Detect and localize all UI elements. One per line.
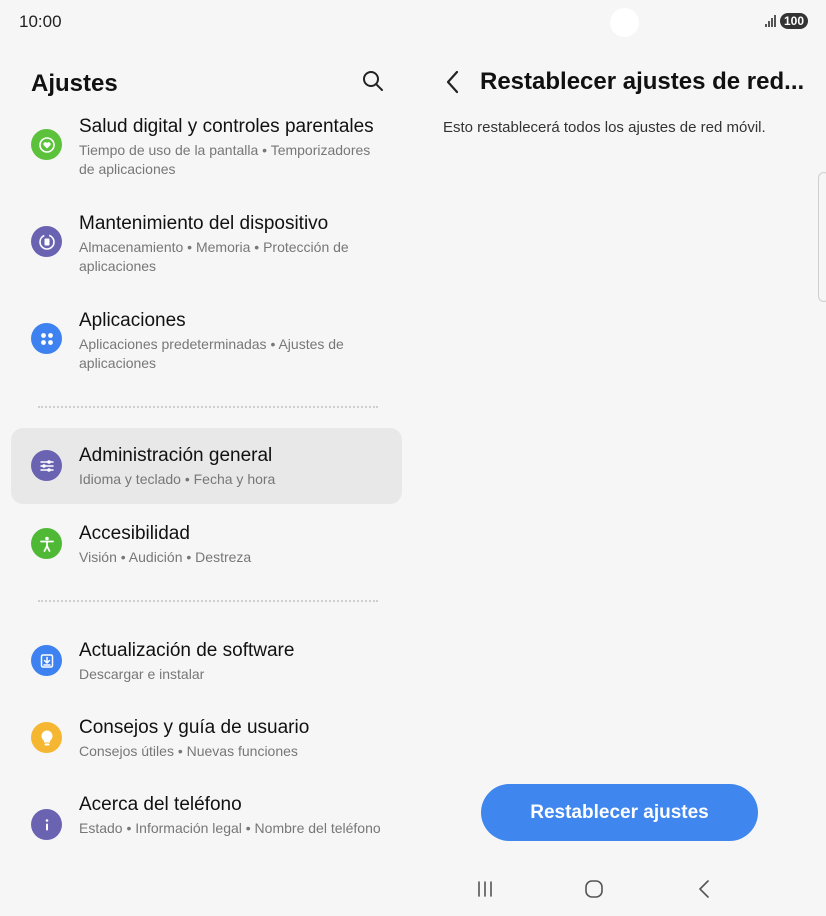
settings-item-title: Actualización de software	[79, 640, 295, 661]
status-time: 10:00	[19, 12, 62, 31]
camera-cutout	[610, 8, 639, 37]
device-care-icon	[31, 226, 62, 257]
search-icon[interactable]	[361, 69, 385, 93]
section-divider	[38, 406, 378, 408]
settings-item-title: Mantenimiento del dispositivo	[79, 213, 329, 234]
recents-icon[interactable]	[470, 876, 500, 902]
settings-item-title: Salud digital y controles parentales	[79, 116, 374, 137]
section-divider	[38, 600, 378, 602]
accessibility-icon	[31, 528, 62, 559]
settings-item-digital-wellbeing[interactable]: Salud digital y controles parentales Tie…	[11, 113, 402, 193]
sliders-icon	[31, 450, 62, 481]
settings-title: Ajustes	[31, 70, 118, 97]
settings-item-subtitle: Descargar e instalar	[79, 666, 205, 682]
apps-grid-icon	[31, 323, 62, 354]
settings-item-title: Consejos y guía de usuario	[79, 717, 310, 738]
nav-back-icon[interactable]	[689, 876, 719, 902]
settings-item-title: Administración general	[79, 445, 273, 466]
settings-item-software-update[interactable]: Actualización de software Descargar e in…	[11, 637, 402, 697]
battery-badge: 100	[779, 13, 808, 29]
settings-item-subtitle: Consejos útiles • Nuevas funciones	[79, 743, 298, 759]
settings-item-subtitle: Aplicaciones predeterminadas • Ajustes d…	[79, 336, 344, 371]
reset-description: Esto restablecerá todos los ajustes de r…	[443, 119, 766, 136]
settings-item-title: Aplicaciones	[79, 310, 186, 331]
settings-item-subtitle: Almacenamiento • Memoria • Protección de…	[79, 239, 349, 274]
back-arrow-icon[interactable]	[440, 68, 466, 96]
settings-item-title: Acerca del teléfono	[79, 794, 242, 815]
settings-item-subtitle: Tiempo de uso de la pantalla • Temporiza…	[79, 142, 371, 177]
settings-item-tips[interactable]: Consejos y guía de usuario Consejos útil…	[11, 714, 402, 774]
heart-circle-icon	[31, 129, 62, 160]
reset-settings-button[interactable]: Restablecer ajustes	[481, 784, 758, 841]
settings-item-subtitle: Estado • Información legal • Nombre del …	[79, 820, 381, 836]
settings-item-accessibility[interactable]: Accesibilidad Visión • Audición • Destre…	[11, 520, 402, 580]
home-icon[interactable]	[579, 876, 609, 902]
settings-list-pane: Ajustes Salud digital y controles parent…	[0, 58, 413, 858]
lightbulb-icon	[31, 722, 62, 753]
download-icon	[31, 645, 62, 676]
pane-resize-handle[interactable]	[818, 172, 826, 302]
settings-item-about-phone[interactable]: Acerca del teléfono Estado • Información…	[11, 791, 402, 861]
info-icon	[31, 809, 62, 840]
settings-item-device-care[interactable]: Mantenimiento del dispositivo Almacenami…	[11, 210, 402, 290]
settings-item-general-management[interactable]: Administración general Idioma y teclado …	[11, 428, 402, 504]
settings-item-subtitle: Idioma y teclado • Fecha y hora	[79, 471, 276, 487]
settings-item-apps[interactable]: Aplicaciones Aplicaciones predeterminada…	[11, 307, 402, 387]
status-indicators: 100	[764, 13, 808, 29]
signal-icon	[764, 15, 776, 27]
settings-item-subtitle: Visión • Audición • Destreza	[79, 549, 252, 565]
page-title: Restablecer ajustes de red...	[480, 68, 805, 95]
settings-item-title: Accesibilidad	[79, 523, 190, 544]
